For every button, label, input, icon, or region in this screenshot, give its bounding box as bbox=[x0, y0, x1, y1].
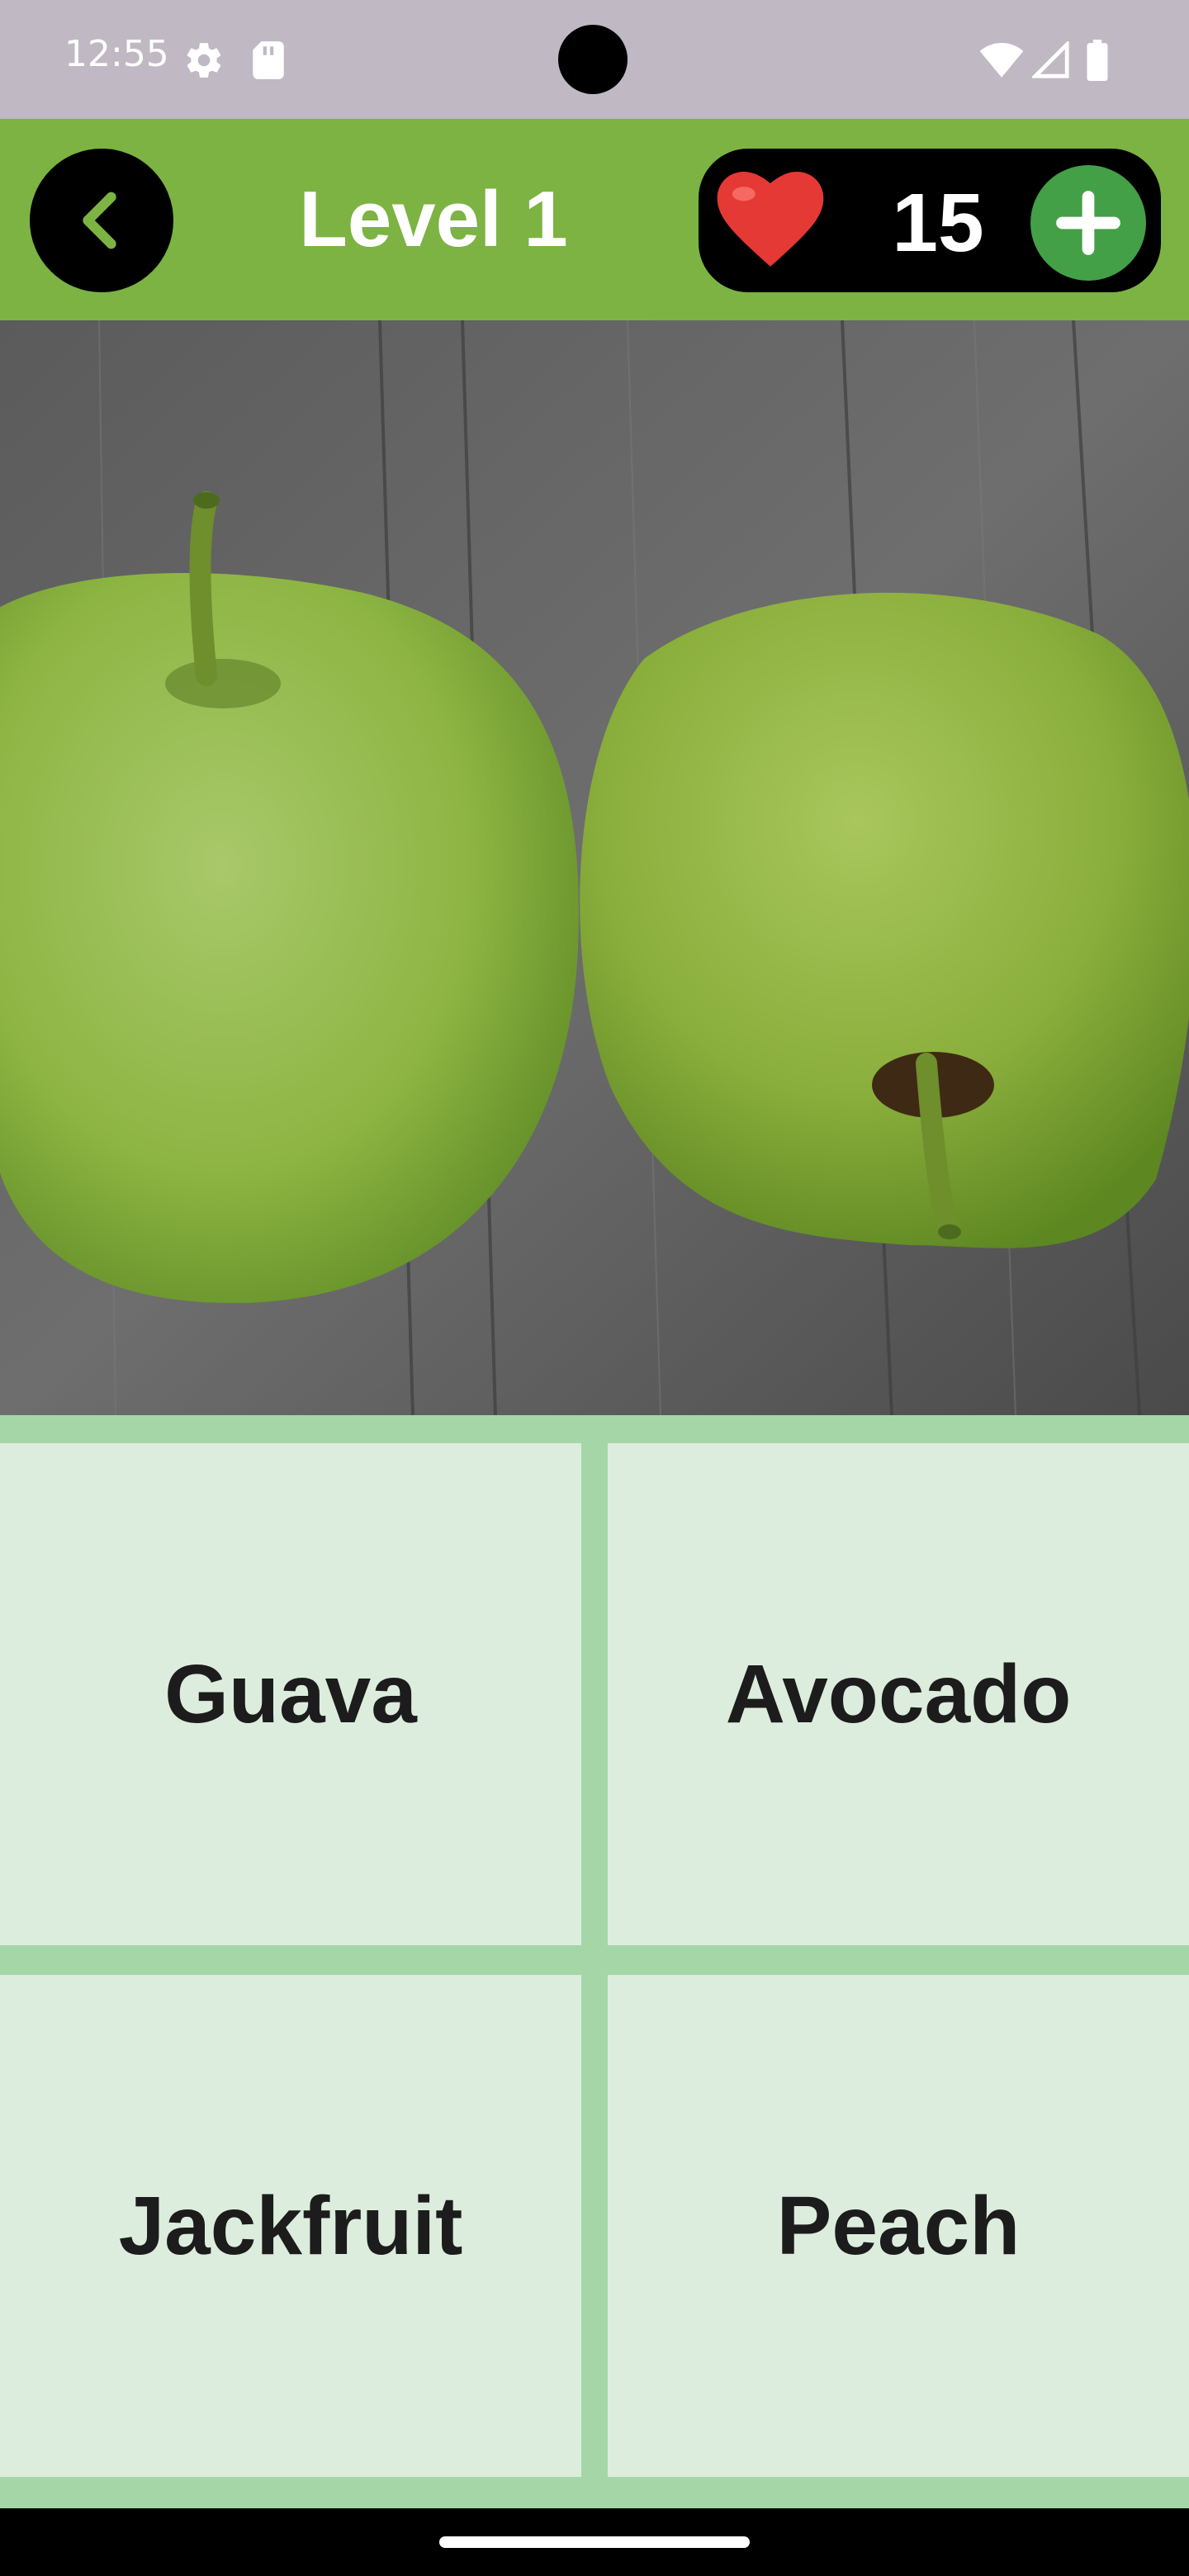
status-bar: 12:55 bbox=[0, 0, 1189, 119]
answer-option-2[interactable]: Avocado bbox=[608, 1443, 1189, 1945]
answer-option-1[interactable]: Guava bbox=[0, 1443, 581, 1945]
wifi-icon bbox=[979, 43, 1024, 78]
signal-icon bbox=[1032, 41, 1069, 78]
lives-count: 15 bbox=[892, 177, 984, 269]
app-screen: 12:55 Level 1 15 Guava Avocado Jackfruit… bbox=[0, 0, 1189, 2576]
answer-grid: Guava Avocado Jackfruit Peach bbox=[0, 1415, 1189, 2508]
battery-icon bbox=[1087, 40, 1108, 81]
question-image bbox=[0, 320, 1189, 1415]
add-lives-button[interactable] bbox=[1030, 165, 1146, 281]
home-indicator[interactable] bbox=[439, 2536, 750, 2548]
camera-cutout bbox=[558, 25, 628, 94]
status-time: 12:55 bbox=[64, 33, 169, 75]
answer-option-3[interactable]: Jackfruit bbox=[0, 1975, 581, 2477]
heart-icon bbox=[717, 172, 824, 267]
plus-icon bbox=[1056, 191, 1120, 255]
back-button[interactable] bbox=[30, 149, 173, 292]
chevron-left-icon bbox=[83, 192, 116, 249]
gear-icon bbox=[187, 43, 221, 78]
sd-card-icon bbox=[253, 41, 284, 79]
navigation-bar bbox=[0, 2508, 1189, 2576]
lives-counter: 15 bbox=[699, 149, 1161, 292]
answer-option-4[interactable]: Peach bbox=[608, 1975, 1189, 2477]
level-title: Level 1 bbox=[299, 175, 568, 263]
guava-photo bbox=[0, 320, 1189, 1415]
app-bar: Level 1 15 bbox=[0, 119, 1189, 320]
